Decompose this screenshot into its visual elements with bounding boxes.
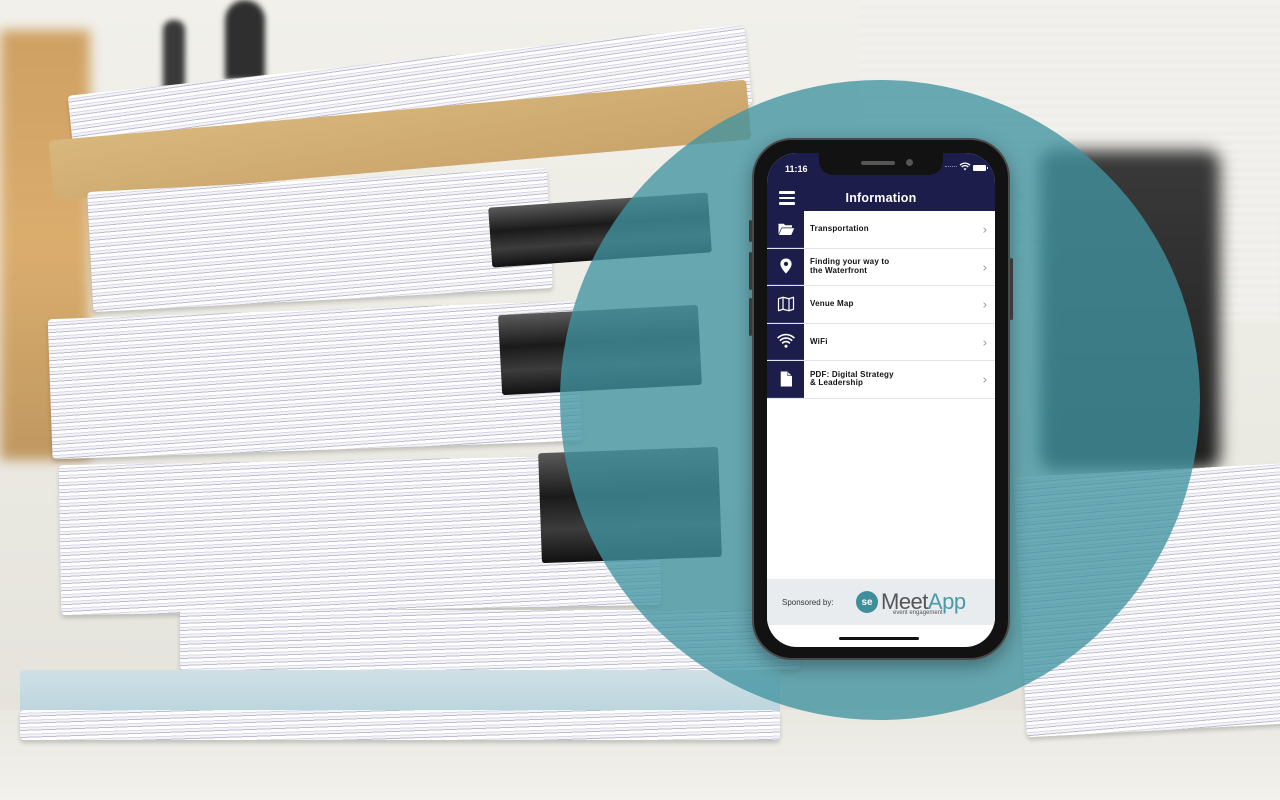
information-menu: Transportation › Finding your way to the… xyxy=(767,211,995,399)
document-icon xyxy=(780,371,792,387)
menu-item-label: Venue Map xyxy=(810,299,854,308)
folder-open-icon xyxy=(778,223,794,235)
front-camera xyxy=(906,159,913,166)
status-time: 11:16 xyxy=(785,164,808,174)
menu-item-label: Finding your way to the Waterfront xyxy=(810,257,890,275)
status-bar: 11:16 xyxy=(767,153,995,187)
phone-mute-switch xyxy=(749,220,752,242)
paper-ream xyxy=(87,168,553,312)
phone-notch xyxy=(819,153,943,175)
sponsor-label: Sponsored by: xyxy=(782,597,834,607)
menu-item-pdf-digital-strategy[interactable]: PDF: Digital Strategy & Leadership › xyxy=(767,361,995,399)
menu-item-label: Transportation xyxy=(810,224,869,233)
battery-icon xyxy=(973,165,988,171)
menu-item-wifi[interactable]: WiFi › xyxy=(767,323,995,361)
menu-item-label: PDF: Digital Strategy & Leadership xyxy=(810,369,894,388)
menu-item-finding-your-way[interactable]: Finding your way to the Waterfront › xyxy=(767,248,995,286)
meetapp-logo-icon: se xyxy=(856,591,878,613)
signal-icon xyxy=(945,166,957,168)
wifi-status-icon xyxy=(959,162,971,171)
phone-screen: 11:16 Information Transportation › Findi… xyxy=(767,153,995,647)
meetapp-logo: se MeetApp event engagement xyxy=(856,590,966,616)
map-pin-icon xyxy=(779,258,792,274)
phone-power-button xyxy=(1010,258,1013,320)
menu-item-label: WiFi xyxy=(810,336,828,346)
phone-volume-up xyxy=(749,252,752,290)
chevron-right-icon: › xyxy=(982,260,988,276)
menu-item-transportation[interactable]: Transportation › xyxy=(767,211,995,249)
sponsor-banner[interactable]: Sponsored by: se MeetApp event engagemen… xyxy=(767,579,995,625)
page-title: Information xyxy=(845,191,917,205)
menu-item-venue-map[interactable]: Venue Map › xyxy=(767,286,995,324)
phone-mockup: 11:16 Information Transportation › Findi… xyxy=(749,138,1013,660)
wifi-icon xyxy=(776,334,795,348)
home-indicator[interactable] xyxy=(839,637,919,640)
paper-ream xyxy=(20,710,780,740)
map-icon xyxy=(777,296,794,312)
chevron-right-icon: › xyxy=(982,298,988,314)
logo-tagline: event engagement xyxy=(893,609,943,616)
chevron-right-icon: › xyxy=(982,373,988,389)
chevron-right-icon: › xyxy=(982,223,988,239)
chevron-right-icon: › xyxy=(982,335,988,351)
speaker-grille xyxy=(861,161,895,165)
nav-bar: Information xyxy=(767,187,995,211)
phone-volume-down xyxy=(749,298,752,336)
